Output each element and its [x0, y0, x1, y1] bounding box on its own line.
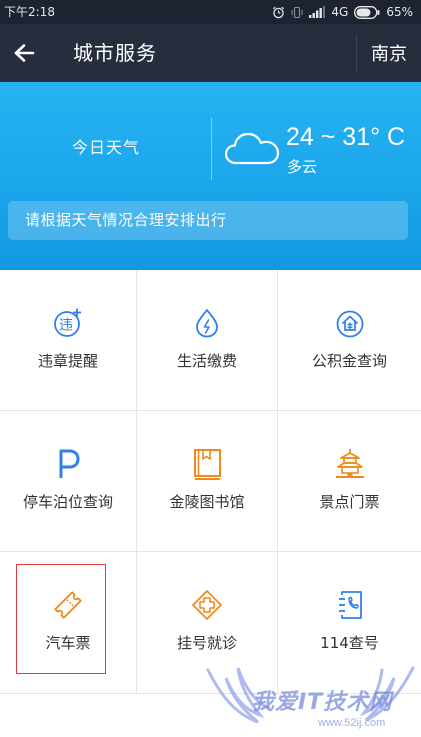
page-title: 城市服务: [73, 41, 157, 65]
weather-card[interactable]: 今日天气 24 ~ 31° C 多云 请根据天气情况合理安排出行: [0, 82, 421, 270]
service-utility-payment[interactable]: 生活缴费: [137, 270, 278, 411]
city-selector-button[interactable]: 南京: [357, 24, 421, 82]
parking-icon: [52, 448, 84, 480]
medical-cross-icon: [191, 589, 223, 621]
traffic-violation-icon: 违: [52, 307, 84, 339]
service-label: 金陵图书馆: [169, 493, 245, 511]
signal-icon: [309, 6, 326, 18]
service-label: 汽车票: [45, 634, 91, 652]
service-label: 114查号: [320, 634, 379, 652]
watermark-url: www.52ij.com: [318, 717, 386, 729]
service-library[interactable]: 金陵图书馆: [137, 411, 278, 552]
housing-fund-icon: [334, 307, 366, 339]
status-bar: 下午2:18 4G 65%: [0, 0, 421, 24]
today-weather-label: 今日天气: [72, 138, 141, 157]
weather-divider: [211, 118, 212, 180]
service-label: 生活缴费: [176, 352, 237, 370]
battery-icon: [354, 5, 380, 19]
service-scenic-tickets[interactable]: 景点门票: [278, 411, 421, 552]
service-label: 景点门票: [319, 493, 380, 511]
ticket-icon: [52, 589, 84, 621]
network-type: 4G: [331, 5, 349, 19]
arrow-left-icon: [14, 44, 35, 62]
alarm-icon: [272, 6, 285, 19]
cloud-icon: [224, 132, 280, 165]
service-label: 违章提醒: [37, 352, 98, 370]
water-drop-icon: [191, 307, 223, 339]
weather-condition: 多云: [287, 158, 318, 176]
pagoda-icon: [334, 448, 366, 480]
book-icon: [191, 448, 223, 480]
service-bus-ticket[interactable]: 汽车票: [0, 552, 137, 694]
battery-percent: 65%: [386, 5, 413, 19]
phone-book-icon: [334, 589, 366, 621]
service-grid: 违 违章提醒 生活缴费 公积金查询 停车泊位查询 金陵图书馆 景点门票 汽车票 …: [0, 270, 421, 694]
service-label: 挂号就诊: [176, 634, 237, 652]
service-housing-fund[interactable]: 公积金查询: [278, 270, 421, 411]
watermark-text: 我爱IT技术网: [252, 690, 393, 715]
status-icons: 4G 65%: [272, 4, 413, 20]
app-screen: 下午2:18 4G 65% 城市服务 南京 今日天气 24 ~ 31° C 多云…: [0, 0, 421, 737]
vibrate-icon: [291, 6, 303, 19]
city-label: 南京: [371, 44, 407, 65]
back-button[interactable]: [10, 39, 38, 67]
travel-tip: 请根据天气情况合理安排出行: [8, 201, 408, 240]
service-traffic-violation[interactable]: 违 违章提醒: [0, 270, 137, 411]
svg-text:违: 违: [59, 318, 73, 334]
temperature-range: 24 ~ 31° C: [286, 123, 406, 151]
service-label: 停车泊位查询: [22, 493, 113, 511]
service-parking[interactable]: 停车泊位查询: [0, 411, 137, 552]
title-bar: 城市服务 南京: [0, 24, 421, 82]
status-time: 下午2:18: [4, 5, 55, 19]
service-label: 公积金查询: [311, 352, 387, 370]
